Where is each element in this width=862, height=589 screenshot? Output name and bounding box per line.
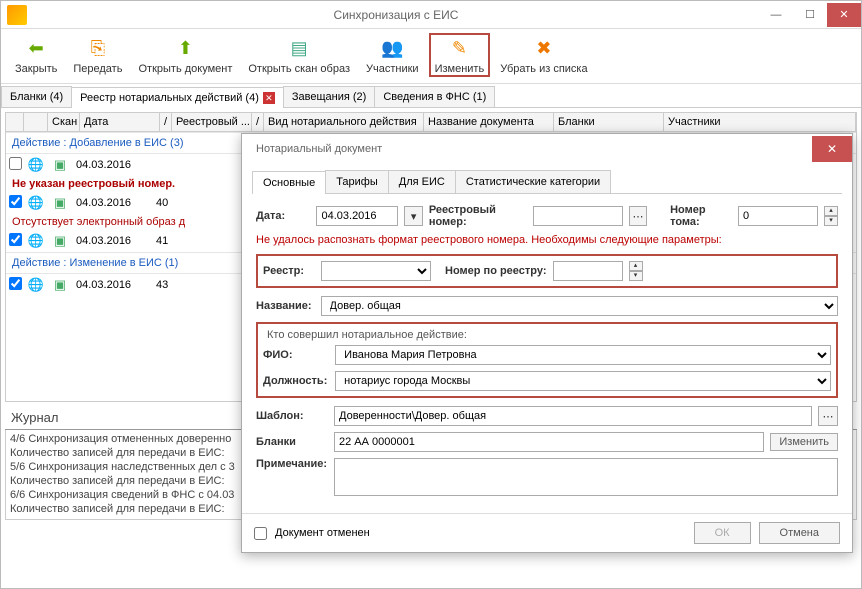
tab-main[interactable]: Основные	[252, 171, 326, 194]
dialog-tabs: Основные Тарифы Для ЕИС Статистические к…	[252, 170, 842, 194]
row-checkbox[interactable]	[9, 195, 22, 208]
name-select[interactable]: Довер. общая	[321, 296, 838, 316]
error-message: Не удалось распознать формат реестрового…	[256, 234, 838, 246]
reestr-num-more-button[interactable]: ⋯	[629, 206, 647, 226]
pencil-icon: ✎	[446, 35, 472, 61]
main-tabs: Бланки (4) Реестр нотариальных действий …	[1, 86, 861, 108]
tab-eis[interactable]: Для ЕИС	[388, 170, 456, 193]
dialog-close-button[interactable]: ✕	[812, 136, 852, 162]
who-highlight-box: Кто совершил нотариальное действие: ФИО:…	[256, 322, 838, 398]
num-by-reestr-label: Номер по реестру:	[445, 265, 547, 277]
dialog-titlebar: Нотариальный документ ✕	[242, 134, 852, 164]
col-scan[interactable]: Скан	[48, 113, 80, 131]
note-textarea[interactable]	[334, 458, 838, 496]
tab-wills[interactable]: Завещания (2)	[283, 86, 375, 107]
position-label: Должность:	[263, 375, 329, 387]
num-by-reestr-input[interactable]	[553, 261, 623, 281]
col-action[interactable]: Вид нотариального действия	[264, 113, 424, 131]
ok-button[interactable]: ОК	[694, 522, 751, 544]
dialog-title: Нотариальный документ	[256, 143, 382, 155]
note-label: Примечание:	[256, 458, 328, 470]
app-icon	[7, 5, 27, 25]
row-checkbox[interactable]	[9, 233, 22, 246]
col-doc[interactable]: Название документа	[424, 113, 554, 131]
scan-cell-icon: ▣	[48, 277, 72, 293]
col-part[interactable]: Участники	[664, 113, 856, 131]
scan-cell-icon: ▣	[48, 195, 72, 211]
earth-icon: 🌐	[24, 277, 48, 293]
cancel-button[interactable]: Отмена	[759, 522, 840, 544]
date-picker-button[interactable]: ▾	[404, 206, 422, 226]
x-icon: ✖	[531, 35, 557, 61]
tom-label: Номер тома:	[670, 204, 732, 228]
date-label: Дата:	[256, 210, 310, 222]
row-checkbox[interactable]	[9, 157, 22, 170]
close-button[interactable]: ⬅ Закрыть	[9, 33, 63, 77]
minimize-button[interactable]: —	[759, 3, 793, 27]
blanks-input[interactable]	[334, 432, 764, 452]
earth-icon: 🌐	[24, 157, 48, 173]
cancelled-label: Документ отменен	[275, 527, 370, 539]
scan-cell-icon: ▣	[48, 157, 72, 173]
edit-button[interactable]: ✎ Изменить	[429, 33, 491, 77]
who-title: Кто совершил нотариальное действие:	[263, 329, 471, 341]
close-window-button[interactable]: ✕	[827, 3, 861, 27]
cancelled-checkbox[interactable]	[254, 527, 267, 540]
earth-icon: 🌐	[24, 233, 48, 249]
remove-button[interactable]: ✖ Убрать из списка	[494, 33, 593, 77]
titlebar: Синхронизация с ЕИС — ☐ ✕	[1, 1, 861, 29]
tom-input[interactable]	[738, 206, 818, 226]
send-icon: ⎘	[85, 35, 111, 61]
document-dialog: Нотариальный документ ✕ Основные Тарифы …	[241, 133, 853, 553]
fio-label: ФИО:	[263, 349, 329, 361]
scan-cell-icon: ▣	[48, 233, 72, 249]
maximize-button[interactable]: ☐	[793, 3, 827, 27]
reestr-num-label: Реестровый номер:	[429, 204, 527, 228]
num-by-reestr-spinner[interactable]: ▴▾	[629, 261, 643, 281]
send-button[interactable]: ⎘ Передать	[67, 33, 128, 77]
col-reestr[interactable]: Реестровый ...	[172, 113, 252, 131]
arrow-up-icon: ⬆	[172, 35, 198, 61]
open-doc-button[interactable]: ⬆ Открыть документ	[132, 33, 238, 77]
template-input[interactable]	[334, 406, 812, 426]
name-label: Название:	[256, 300, 315, 312]
reestr-select[interactable]	[321, 261, 431, 281]
position-select[interactable]: нотариус города Москвы	[335, 371, 831, 391]
window-title: Синхронизация с ЕИС	[33, 8, 759, 22]
grid-header: Скан Дата / Реестровый ... / Вид нотариа…	[6, 113, 856, 132]
reestr-label: Реестр:	[263, 265, 315, 277]
toolbar: ⬅ Закрыть ⎘ Передать ⬆ Открыть документ …	[1, 29, 861, 84]
template-browse-button[interactable]: ⋯	[818, 406, 838, 426]
dialog-footer: Документ отменен ОК Отмена	[242, 513, 852, 552]
date-input[interactable]	[316, 206, 398, 226]
reestr-highlight-box: Реестр: Номер по реестру: ▴▾	[256, 254, 838, 288]
tab-tariffs[interactable]: Тарифы	[325, 170, 389, 193]
tab-reestr[interactable]: Реестр нотариальных действий (4) ✕	[71, 87, 284, 108]
scan-icon: ▤	[286, 35, 312, 61]
arrow-left-icon: ⬅	[23, 35, 49, 61]
col-blank[interactable]: Бланки	[554, 113, 664, 131]
dialog-body: Дата: ▾ Реестровый номер: ⋯ Номер тома: …	[242, 194, 852, 513]
tab-stat[interactable]: Статистические категории	[455, 170, 611, 193]
col-date[interactable]: Дата	[80, 113, 160, 131]
participants-button[interactable]: 👥 Участники	[360, 33, 425, 77]
earth-icon: 🌐	[24, 195, 48, 211]
tab-fns[interactable]: Сведения в ФНС (1)	[374, 86, 495, 107]
tab-close-icon[interactable]: ✕	[263, 92, 275, 104]
people-icon: 👥	[379, 35, 405, 61]
row-checkbox[interactable]	[9, 277, 22, 290]
template-label: Шаблон:	[256, 410, 328, 422]
tab-blanks[interactable]: Бланки (4)	[1, 86, 72, 107]
tom-spinner[interactable]: ▴▾	[824, 206, 838, 226]
reestr-num-input[interactable]	[533, 206, 623, 226]
open-scan-button[interactable]: ▤ Открыть скан образ	[242, 33, 356, 77]
blanks-edit-button[interactable]: Изменить	[770, 433, 838, 451]
blanks-label: Бланки	[256, 436, 328, 448]
fio-select[interactable]: Иванова Мария Петровна	[335, 345, 831, 365]
